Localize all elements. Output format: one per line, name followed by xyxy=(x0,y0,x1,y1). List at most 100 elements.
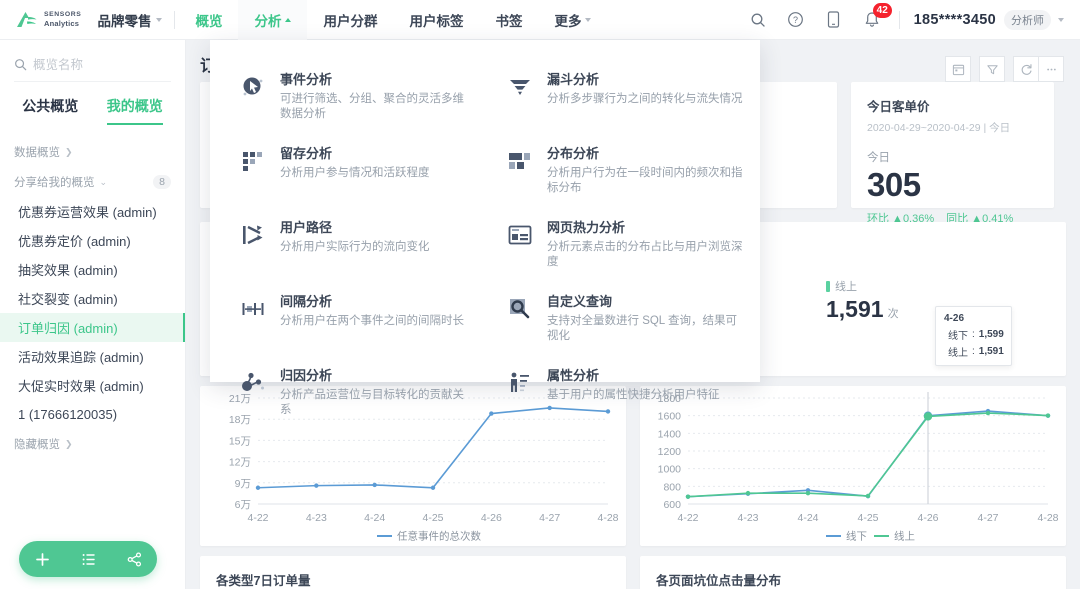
menu-item-title: 漏斗分析 xyxy=(547,72,600,87)
group-label: 隐藏概览 xyxy=(14,439,60,451)
sidebar-item-promo-realtime[interactable]: 大促实时效果 (admin) xyxy=(0,371,185,400)
nav-label: 更多 xyxy=(554,13,582,29)
chevron-right-icon: ❯ xyxy=(65,438,73,449)
svg-text:4-23: 4-23 xyxy=(306,512,327,524)
menu-item-interval-analysis[interactable]: 间隔分析 分析用户在两个事件之间的间隔时长 xyxy=(210,282,485,356)
sidebar-item-lottery[interactable]: 抽奖效果 (admin) xyxy=(0,255,185,284)
chevron-right-icon: ❯ xyxy=(65,146,73,157)
funnel-analysis-icon xyxy=(507,74,533,100)
tab-my-overview[interactable]: 我的概览 xyxy=(93,88,178,125)
chart-summary-unit: 次 xyxy=(887,308,899,320)
tooltip-series-value: 1,591 xyxy=(978,346,1004,357)
nav-item-user-group[interactable]: 用户分群 xyxy=(307,0,393,40)
sidebar-group-data-overview[interactable]: 数据概览 ❯ xyxy=(0,137,185,167)
menu-item-attribution-analysis[interactable]: 归因分析 分析产品运营位与目标转化的贡献关系 xyxy=(210,356,485,430)
refresh-button[interactable] xyxy=(1013,56,1039,82)
search-button[interactable] xyxy=(739,0,777,40)
search-input[interactable] xyxy=(33,57,163,72)
svg-text:4-26: 4-26 xyxy=(917,512,938,524)
mobile-icon xyxy=(828,11,840,28)
refresh-icon xyxy=(1021,63,1032,75)
tooltip-title: 4-26 xyxy=(944,313,965,324)
bottom-card-title: 各页面坑位点击量分布 xyxy=(656,574,782,588)
shared-count-badge: 8 xyxy=(153,175,171,189)
svg-text:4-24: 4-24 xyxy=(364,512,385,524)
svg-text:线上: 线上 xyxy=(894,530,915,543)
sidebar-search[interactable] xyxy=(14,48,171,82)
filter-icon xyxy=(986,64,998,74)
menu-item-custom-query[interactable]: 自定义查询 支持对全量数进行 SQL 查询，结果可视化 xyxy=(485,282,760,356)
sidebar-item-coupon-ops[interactable]: 优惠券运营效果 (admin) xyxy=(0,197,185,226)
svg-text:800: 800 xyxy=(663,481,681,493)
nav-label: 分析 xyxy=(254,13,282,29)
svg-text:4-22: 4-22 xyxy=(247,512,268,524)
svg-text:1000: 1000 xyxy=(658,464,682,476)
user-menu[interactable]: 185****3450 分析师 xyxy=(913,9,1064,30)
nav-item-user-tag[interactable]: 用户标签 xyxy=(393,0,479,40)
header-divider xyxy=(174,10,176,29)
user-name: 185****3450 xyxy=(913,11,996,28)
nav-label: 概览 xyxy=(195,13,223,29)
mega-menu-grid: 事件分析 可进行筛选、分组、聚合的灵活多维数据分析 漏斗分析 分析多步骤行为之间… xyxy=(210,60,760,430)
sidebar-item-one[interactable]: 1 (17666120035) xyxy=(0,400,185,429)
filter-button[interactable] xyxy=(979,56,1005,82)
menu-item-desc: 分析用户在两个事件之间的间隔时长 xyxy=(280,315,464,327)
heatmap-analysis-icon xyxy=(507,222,533,248)
menu-item-distribution-analysis[interactable]: 分布分析 分析用户行为在一段时间内的频次和指标分布 xyxy=(485,134,760,208)
sidebar-item-social-fission[interactable]: 社交裂变 (admin) xyxy=(0,284,185,313)
interval-analysis-icon xyxy=(240,296,266,322)
user-role-badge: 分析师 xyxy=(1004,9,1051,30)
main-nav: 概览 分析 用户分群 用户标签 书签 更多 xyxy=(179,0,607,40)
svg-text:4-28: 4-28 xyxy=(1037,512,1058,524)
chevron-down-icon xyxy=(156,17,163,22)
date-range-button[interactable] xyxy=(945,56,971,82)
tab-public-overview[interactable]: 公共概览 xyxy=(8,88,93,125)
nav-item-bookmark[interactable]: 书签 xyxy=(479,0,538,40)
nav-label: 用户分群 xyxy=(323,13,378,29)
chevron-down-icon xyxy=(585,17,592,22)
menu-item-event-analysis[interactable]: 事件分析 可进行筛选、分组、聚合的灵活多维数据分析 xyxy=(210,60,485,134)
menu-item-desc: 可进行筛选、分组、聚合的灵活多维数据分析 xyxy=(280,93,464,120)
menu-item-user-path[interactable]: 用户路径 分析用户实际行为的流向变化 xyxy=(210,208,485,282)
sidebar-item-order-attribution[interactable]: 订单归因 (admin) xyxy=(0,313,185,342)
nav-item-analysis[interactable]: 分析 xyxy=(238,0,308,40)
menu-item-desc: 分析用户参与情况和活跃程度 xyxy=(280,167,430,179)
menu-item-desc: 分析元素点击的分布占比与用户浏览深度 xyxy=(547,241,743,268)
more-options-button[interactable] xyxy=(1038,56,1064,82)
menu-item-heatmap-analysis[interactable]: 网页热力分析 分析元素点击的分布占比与用户浏览深度 xyxy=(485,208,760,282)
add-button[interactable] xyxy=(35,552,50,567)
bottom-card-order-types: 各类型7日订单量 2020-04-22~2020-04-28 | 过去 7 天 xyxy=(200,556,626,589)
menu-item-desc: 分析用户行为在一段时间内的频次和指标分布 xyxy=(547,167,743,194)
nav-item-overview[interactable]: 概览 xyxy=(179,0,238,40)
more-icon xyxy=(1046,68,1056,70)
sidebar-group-hidden[interactable]: 隐藏概览 ❯ xyxy=(0,429,185,459)
notification-button[interactable]: 42 xyxy=(853,0,892,40)
sidebar-item-coupon-pricing[interactable]: 优惠券定价 (admin) xyxy=(0,226,185,255)
share-button[interactable] xyxy=(127,551,142,567)
top-header: SENSORS Analytics 品牌零售 概览 分析 用户分群 用户标签 书… xyxy=(0,0,1080,40)
menu-item-property-analysis[interactable]: 属性分析 基于用户的属性快捷分析用户特征 xyxy=(485,356,760,430)
tooltip-series-name: 线下 xyxy=(948,331,968,342)
project-name: 品牌零售 xyxy=(97,13,152,29)
mobile-button[interactable] xyxy=(815,0,853,40)
svg-text:4-27: 4-27 xyxy=(977,512,998,524)
bottom-card-page-slots: 各页面坑位点击量分布 2020-04-22~2020-04-28 | 过去 7 … xyxy=(640,556,1066,589)
svg-text:4-26: 4-26 xyxy=(481,512,502,524)
menu-item-title: 用户路径 xyxy=(280,220,333,235)
sidebar-item-campaign-tracking[interactable]: 活动效果追踪 (admin) xyxy=(0,342,185,371)
logo[interactable]: SENSORS Analytics xyxy=(0,11,95,28)
help-button[interactable]: ? xyxy=(777,0,815,40)
sidebar-tabs: 公共概览 我的概览 xyxy=(0,88,185,125)
user-path-icon xyxy=(240,222,266,248)
list-button[interactable] xyxy=(81,552,96,567)
project-selector[interactable]: 品牌零售 xyxy=(95,10,174,30)
svg-text:线下: 线下 xyxy=(846,530,867,543)
menu-item-funnel-analysis[interactable]: 漏斗分析 分析多步骤行为之间的转化与流失情况 xyxy=(485,60,760,134)
nav-item-more[interactable]: 更多 xyxy=(538,0,607,40)
menu-item-retention-analysis[interactable]: 留存分析 分析用户参与情况和活跃程度 xyxy=(210,134,485,208)
header-divider-2 xyxy=(898,10,900,29)
share-icon xyxy=(127,551,141,567)
svg-text:12万: 12万 xyxy=(229,457,251,469)
sidebar-group-shared[interactable]: 分享给我的概览 ⌄ 8 xyxy=(0,167,185,197)
metric-period: 今日 xyxy=(867,152,890,164)
